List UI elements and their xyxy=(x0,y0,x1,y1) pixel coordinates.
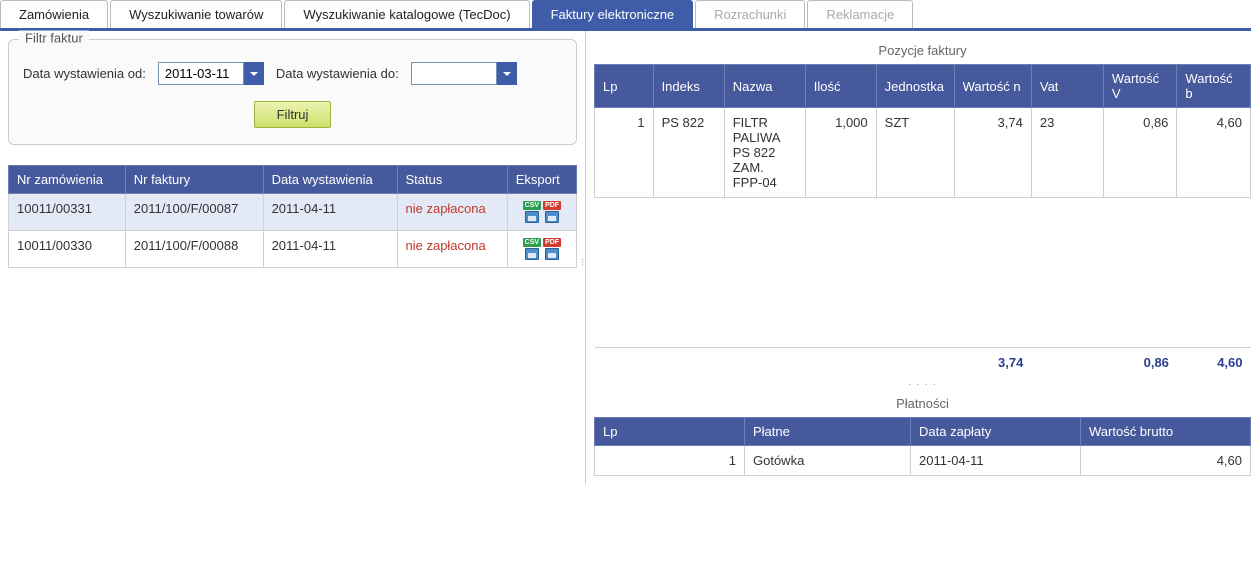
col-status[interactable]: Status xyxy=(397,166,507,194)
date-from-input[interactable] xyxy=(158,62,244,85)
export-csv-icon[interactable]: CSV xyxy=(523,201,541,223)
cell-export: CSVPDF xyxy=(507,194,576,231)
table-row[interactable]: 1PS 822FILTR PALIWA PS 822 ZAM. FPP-041,… xyxy=(595,108,1251,198)
totals-row: 3,74 0,86 4,60 xyxy=(595,348,1251,378)
table-row[interactable]: 10011/003312011/100/F/000872011-04-11nie… xyxy=(9,194,577,231)
payments-title: Płatności xyxy=(594,392,1251,417)
date-from-label: Data wystawienia od: xyxy=(23,66,146,81)
col-index[interactable]: Indeks xyxy=(653,65,724,108)
line-items-title: Pozycje faktury xyxy=(594,39,1251,64)
cell-vat-val: 0,86 xyxy=(1103,108,1177,198)
chevron-down-icon xyxy=(502,69,512,79)
col-net[interactable]: Wartość n xyxy=(954,65,1031,108)
date-to-picker-button[interactable] xyxy=(497,62,517,85)
cell-export: CSVPDF xyxy=(507,231,576,268)
cell-vat: 23 xyxy=(1031,108,1103,198)
cell-gross: 4,60 xyxy=(1177,108,1251,198)
col-lp[interactable]: Lp xyxy=(595,65,654,108)
cell-status: nie zapłacona xyxy=(397,194,507,231)
col-vat[interactable]: Vat xyxy=(1031,65,1103,108)
filter-panel: Filtr faktur Data wystawienia od: Data w… xyxy=(8,39,577,145)
export-pdf-icon[interactable]: PDF xyxy=(543,201,561,223)
cell-unit: SZT xyxy=(876,108,954,198)
col-invoice-no[interactable]: Nr faktury xyxy=(125,166,263,194)
tab-complaints: Reklamacje xyxy=(807,0,913,28)
cell-lp: 1 xyxy=(595,446,745,476)
tab-orders[interactable]: Zamówienia xyxy=(0,0,108,28)
chevron-down-icon xyxy=(249,69,259,79)
total-gross: 4,60 xyxy=(1177,348,1251,378)
cell-order-no: 10011/00330 xyxy=(9,231,126,268)
col-name[interactable]: Nazwa xyxy=(724,65,805,108)
col-vat-val[interactable]: Wartość V xyxy=(1103,65,1177,108)
tab-tecdoc[interactable]: Wyszukiwanie katalogowe (TecDoc) xyxy=(284,0,529,28)
col-export[interactable]: Eksport xyxy=(507,166,576,194)
vertical-splitter[interactable]: ··· xyxy=(577,258,588,265)
filter-button[interactable]: Filtruj xyxy=(254,101,332,128)
cell-issue-date: 2011-04-11 xyxy=(263,231,397,268)
cell-qty: 1,000 xyxy=(805,108,876,198)
table-row[interactable]: 1Gotówka2011-04-114,60 xyxy=(595,446,1251,476)
total-net: 3,74 xyxy=(954,348,1031,378)
col-issue-date[interactable]: Data wystawienia xyxy=(263,166,397,194)
export-pdf-icon[interactable]: PDF xyxy=(543,238,561,260)
pay-col-payable[interactable]: Płatne xyxy=(745,418,911,446)
cell-issue-date: 2011-04-11 xyxy=(263,194,397,231)
cell-invoice-no: 2011/100/F/00087 xyxy=(125,194,263,231)
line-items-table: Lp Indeks Nazwa Ilość Jednostka Wartość … xyxy=(594,64,1251,377)
col-unit[interactable]: Jednostka xyxy=(876,65,954,108)
pay-col-lp[interactable]: Lp xyxy=(595,418,745,446)
date-from-picker-button[interactable] xyxy=(244,62,264,85)
table-row[interactable]: 10011/003302011/100/F/000882011-04-11nie… xyxy=(9,231,577,268)
payments-table: Lp Płatne Data zapłaty Wartość brutto 1G… xyxy=(594,417,1251,476)
col-gross[interactable]: Wartość b xyxy=(1177,65,1251,108)
cell-payable: Gotówka xyxy=(745,446,911,476)
cell-invoice-no: 2011/100/F/00088 xyxy=(125,231,263,268)
invoice-table: Nr zamówienia Nr faktury Data wystawieni… xyxy=(8,165,577,268)
tab-settlements: Rozrachunki xyxy=(695,0,805,28)
cell-status: nie zapłacona xyxy=(397,231,507,268)
date-to-label: Data wystawienia do: xyxy=(276,66,399,81)
col-qty[interactable]: Ilość xyxy=(805,65,876,108)
cell-index: PS 822 xyxy=(653,108,724,198)
tab-search-goods[interactable]: Wyszukiwanie towarów xyxy=(110,0,282,28)
col-order-no[interactable]: Nr zamówienia xyxy=(9,166,126,194)
export-csv-icon[interactable]: CSV xyxy=(523,238,541,260)
tab-bar: Zamówienia Wyszukiwanie towarów Wyszukiw… xyxy=(0,0,1251,31)
date-to-input[interactable] xyxy=(411,62,497,85)
cell-lp: 1 xyxy=(595,108,654,198)
pay-col-date[interactable]: Data zapłaty xyxy=(911,418,1081,446)
pay-col-gross[interactable]: Wartość brutto xyxy=(1081,418,1251,446)
total-vat-val: 0,86 xyxy=(1103,348,1177,378)
filter-panel-title: Filtr faktur xyxy=(19,31,89,46)
cell-gross: 4,60 xyxy=(1081,446,1251,476)
cell-net: 3,74 xyxy=(954,108,1031,198)
cell-name: FILTR PALIWA PS 822 ZAM. FPP-04 xyxy=(724,108,805,198)
cell-order-no: 10011/00331 xyxy=(9,194,126,231)
horizontal-splitter[interactable]: · · · · xyxy=(594,377,1251,392)
cell-pay-date: 2011-04-11 xyxy=(911,446,1081,476)
tab-e-invoices[interactable]: Faktury elektroniczne xyxy=(532,0,694,28)
